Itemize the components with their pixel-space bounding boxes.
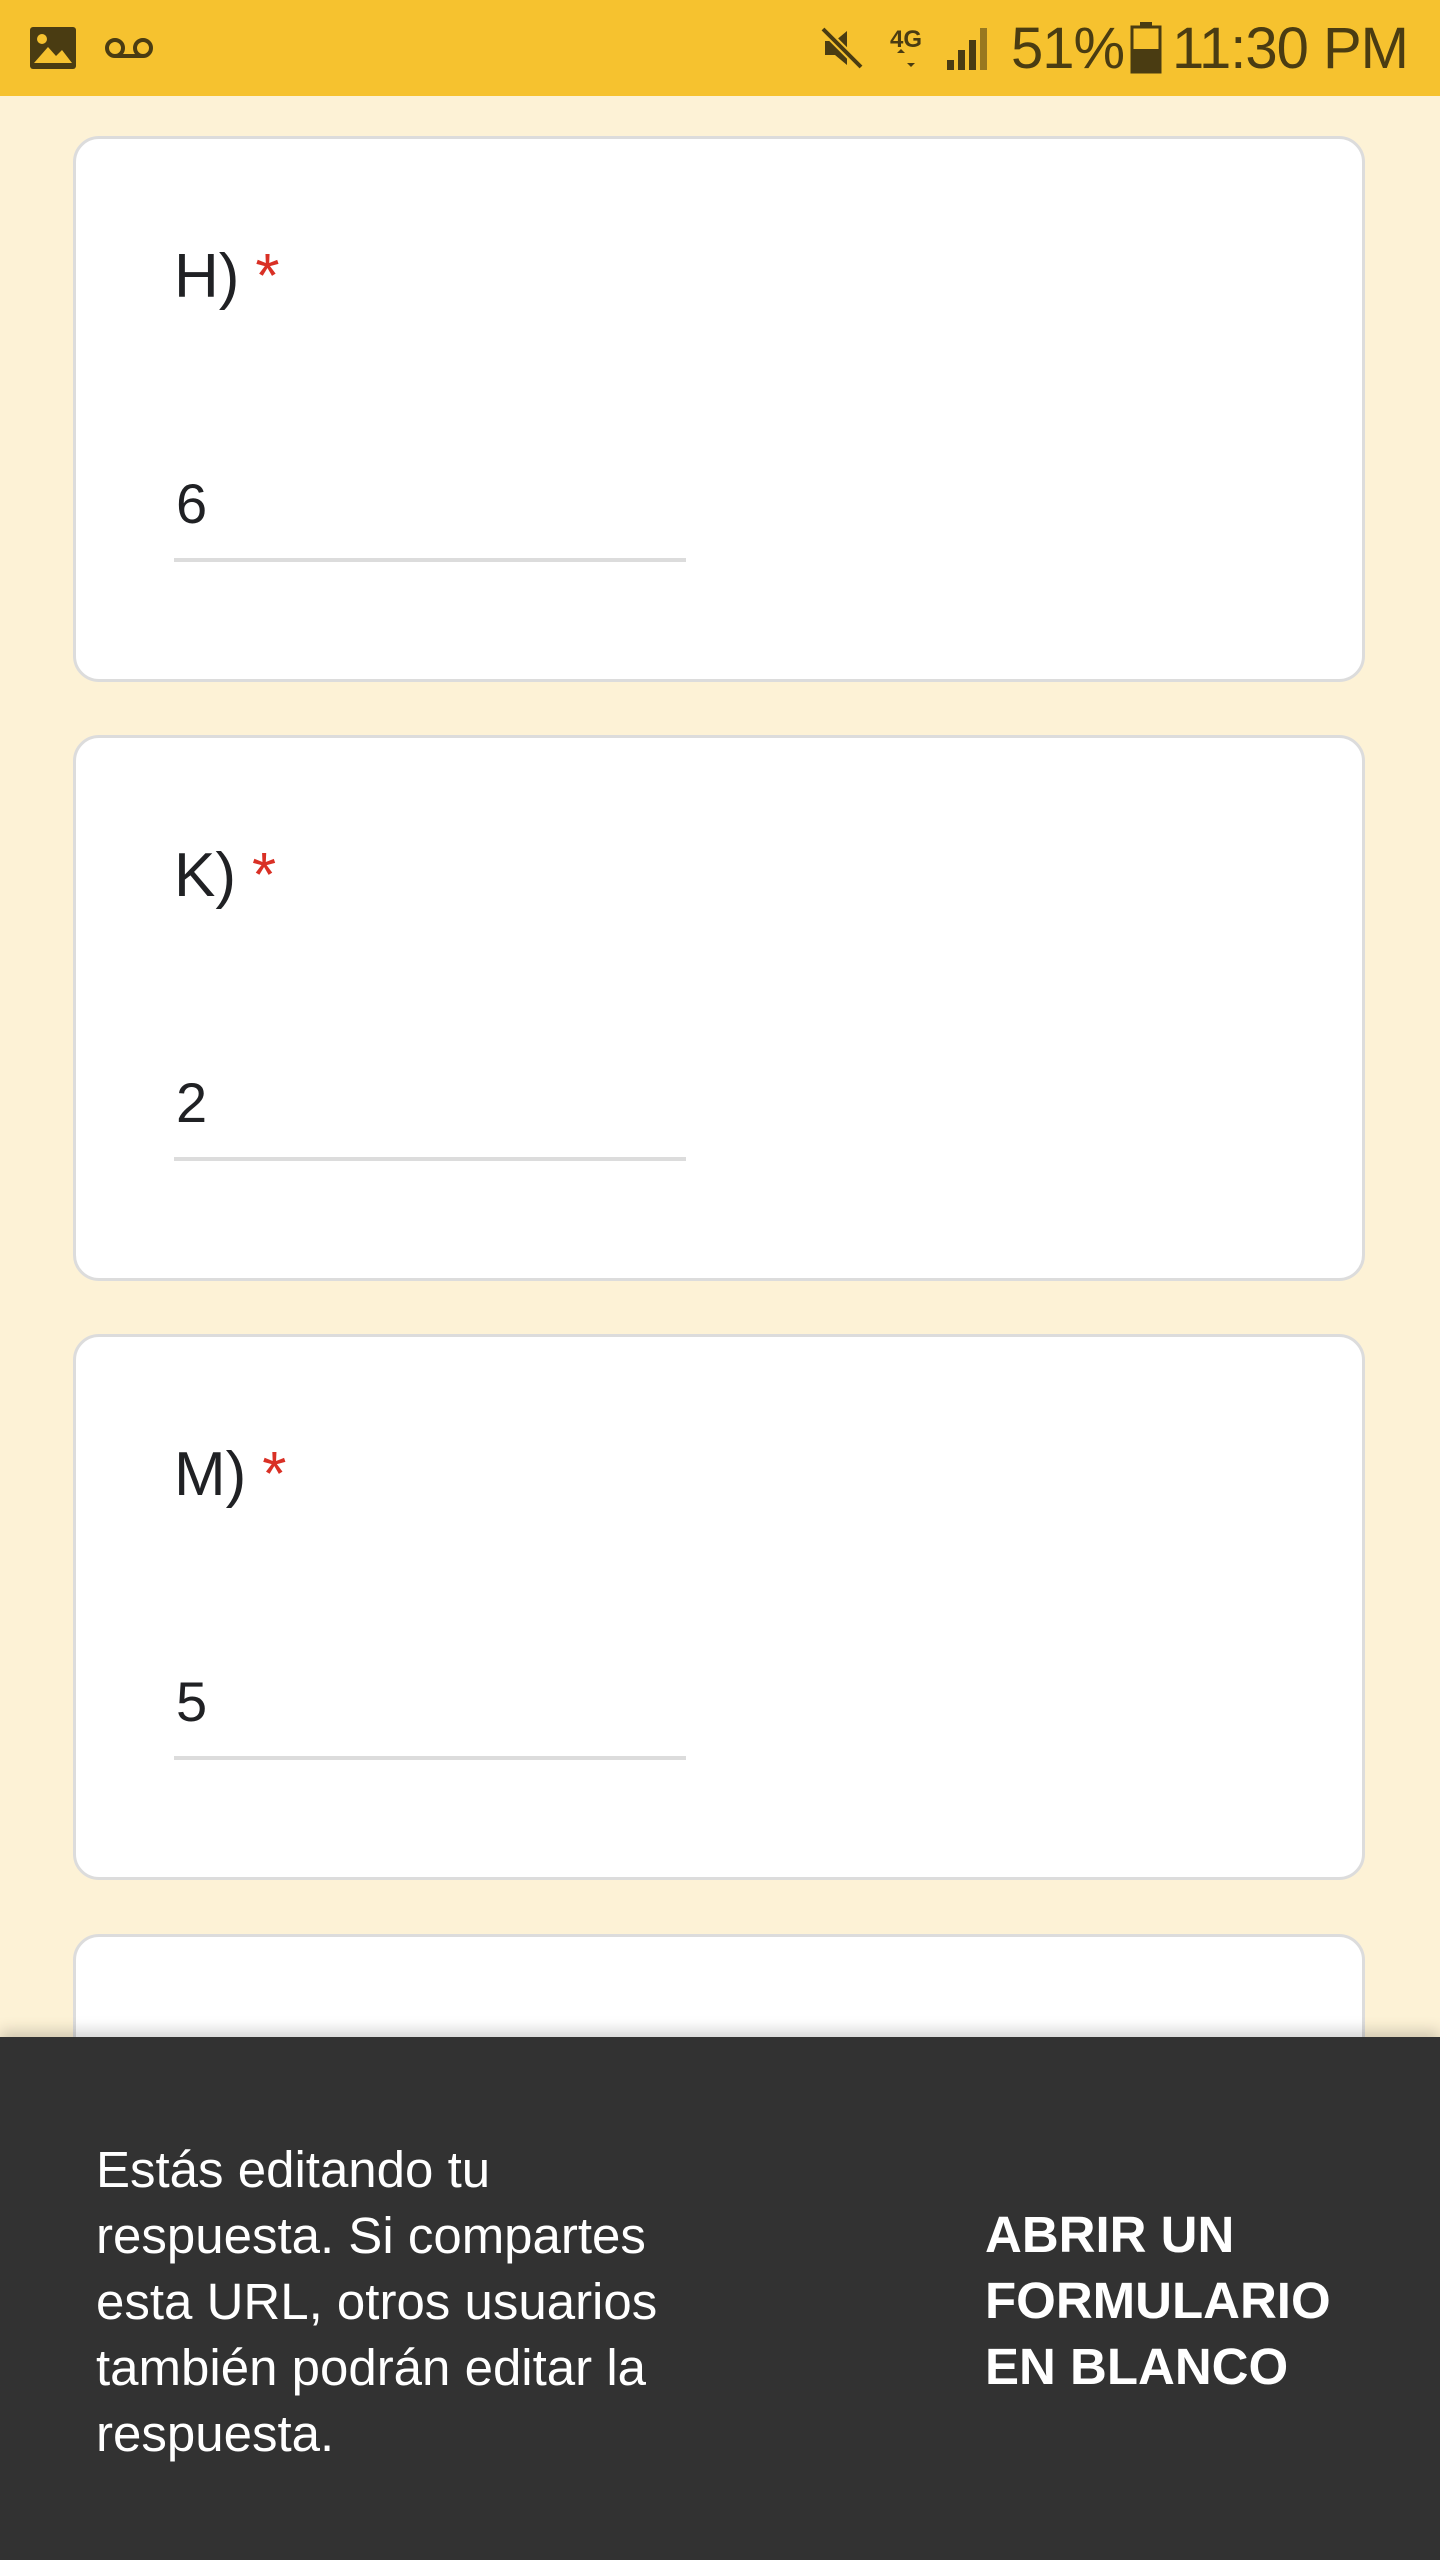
- question-label: K) *: [174, 845, 276, 907]
- answer-value: 6: [176, 472, 208, 535]
- status-bar: 4G 51% 11:30 PM: [0, 0, 1440, 96]
- battery-percent: 51%: [1010, 15, 1125, 81]
- snackbar: Estás editando tu respuesta. Si comparte…: [0, 2037, 1440, 2560]
- battery-icon: [1130, 22, 1162, 74]
- answer-input[interactable]: 5: [174, 1662, 686, 1760]
- answer-input[interactable]: 2: [174, 1063, 686, 1161]
- network-type-label: 4G: [890, 26, 922, 53]
- voicemail-icon: [104, 36, 154, 60]
- 4g-icon: 4G: [885, 23, 927, 73]
- mute-icon: [817, 23, 867, 73]
- question-card: M) * 5: [73, 1334, 1365, 1880]
- snackbar-message: Estás editando tu respuesta. Si comparte…: [96, 2141, 658, 2462]
- image-icon: [28, 25, 78, 71]
- answer-value: 5: [176, 1670, 208, 1733]
- open-blank-form-button[interactable]: ABRIR UN FORMULARIO EN BLANCO: [985, 2202, 1385, 2400]
- question-label-text: M): [174, 1440, 247, 1509]
- question-label: H) *: [174, 246, 280, 308]
- required-asterisk: *: [252, 841, 277, 910]
- answer-value: 2: [176, 1071, 208, 1134]
- question-label-text: H): [174, 242, 240, 311]
- signal-icon: [945, 24, 993, 72]
- question-label-text: K): [174, 841, 236, 910]
- required-asterisk: *: [255, 242, 280, 311]
- question-label: M) *: [174, 1444, 286, 1506]
- answer-input[interactable]: 6: [174, 464, 686, 562]
- clock: 11:30 PM: [1172, 15, 1409, 81]
- question-card: K) * 2: [73, 735, 1365, 1281]
- question-card: H) * 6: [73, 136, 1365, 682]
- required-asterisk: *: [262, 1440, 287, 1509]
